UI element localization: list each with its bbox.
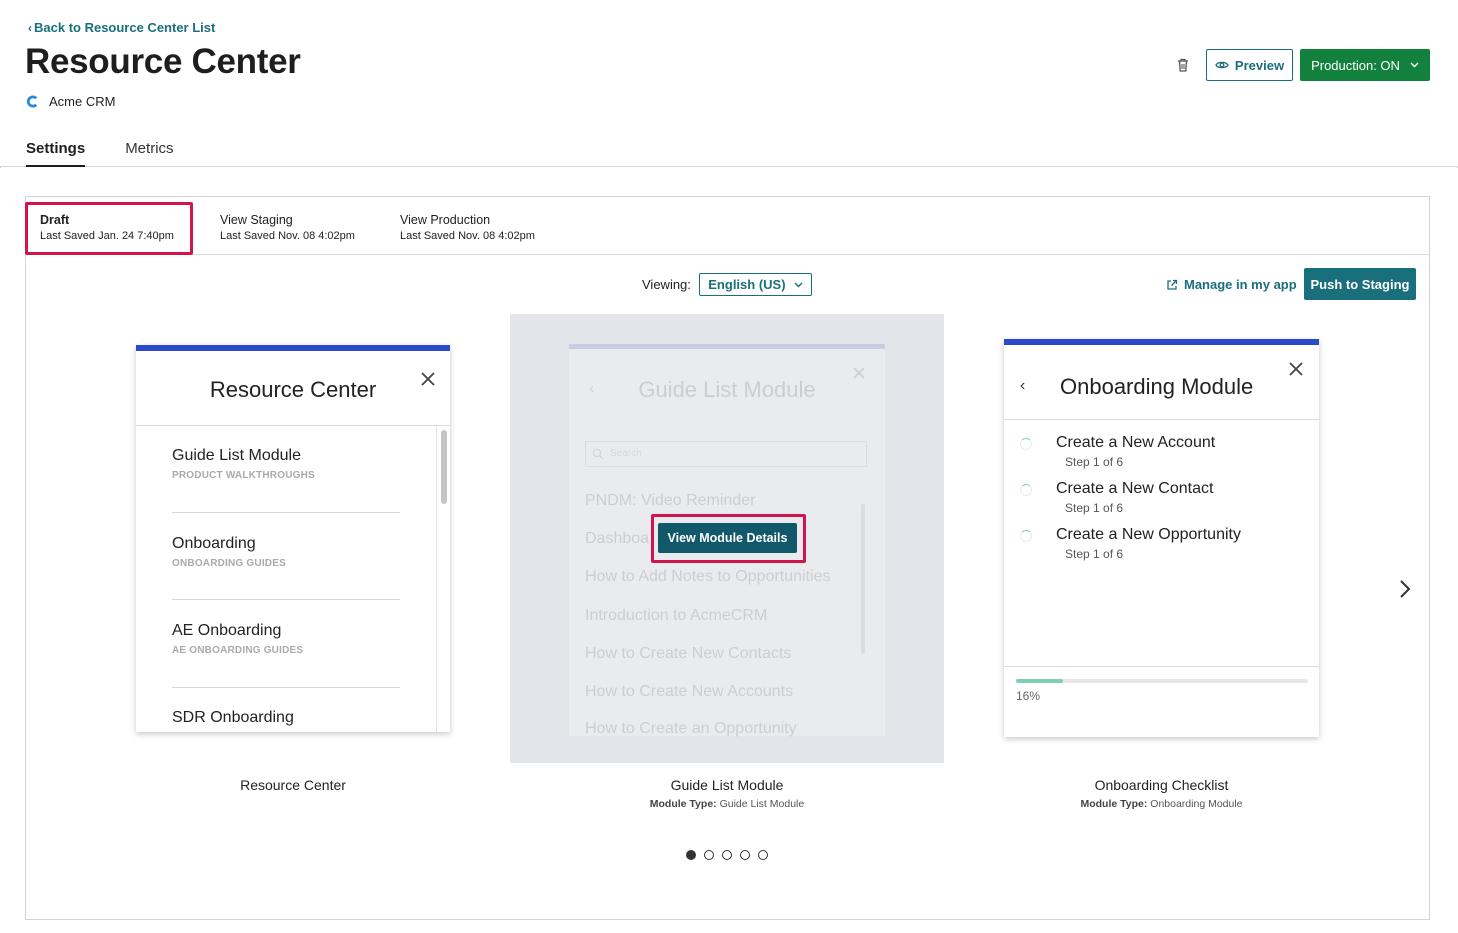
app-indicator: Acme CRM bbox=[26, 94, 115, 109]
version-saved: Last Saved Nov. 08 4:02pm bbox=[400, 230, 535, 242]
scrollbar[interactable] bbox=[436, 426, 450, 732]
divider bbox=[172, 599, 400, 600]
module-type: Module Type: Onboarding Module bbox=[989, 798, 1334, 810]
module-type-key: Module Type: bbox=[649, 798, 717, 810]
trash-icon[interactable] bbox=[1174, 56, 1192, 74]
page-header: ‹ Back to Resource Center List Resource C… bbox=[0, 0, 1458, 167]
back-link[interactable]: ‹ Back to Resource Center List bbox=[28, 20, 215, 35]
checklist-item-step: Step 1 of 6 bbox=[1065, 501, 1124, 515]
carousel-dot[interactable] bbox=[740, 850, 750, 860]
page-title: Resource Center bbox=[25, 42, 301, 81]
checklist-item-step: Step 1 of 6 bbox=[1065, 455, 1124, 469]
app-logo-icon bbox=[26, 95, 38, 108]
version-staging[interactable]: View Staging Last Saved Nov. 08 4:02pm bbox=[220, 213, 355, 242]
language-viewer: Viewing: English (US) bbox=[642, 273, 812, 296]
divider bbox=[172, 512, 400, 513]
resource-center-card[interactable]: Resource Center Guide List Module PRODUC… bbox=[136, 345, 450, 732]
list-item-subtitle: AE ONBOARDING GUIDES bbox=[172, 645, 304, 656]
resource-center-panel: Draft Last Saved Jan. 24 7:40pm View Sta… bbox=[25, 196, 1430, 920]
version-name: View Staging bbox=[220, 213, 293, 227]
back-link-label: Back to Resource Center List bbox=[34, 20, 216, 35]
tab-settings[interactable]: Settings bbox=[26, 140, 86, 167]
version-saved: Last Saved Nov. 08 4:02pm bbox=[220, 230, 355, 242]
checklist-item-step: Step 1 of 6 bbox=[1065, 547, 1124, 561]
chevron-left-icon[interactable]: ‹ bbox=[1020, 377, 1025, 395]
checklist-item[interactable]: Create a New Opportunity Step 1 of 6 bbox=[1020, 526, 1241, 561]
card-title: Onboarding Module bbox=[1060, 374, 1254, 399]
close-icon[interactable] bbox=[420, 371, 436, 387]
progress-spinner-icon bbox=[1020, 530, 1032, 542]
checklist-item-title: Create a New Account bbox=[1056, 434, 1216, 451]
chevron-down-icon bbox=[1410, 62, 1419, 68]
module-type: Module Type: Guide List Module bbox=[510, 798, 944, 810]
language-select[interactable]: English (US) bbox=[698, 273, 812, 296]
carousel-dot[interactable] bbox=[704, 850, 714, 860]
list-item-title: Onboarding bbox=[172, 535, 256, 552]
progress-spinner-icon bbox=[1020, 484, 1032, 496]
divider bbox=[1004, 666, 1319, 667]
list-item-subtitle: PRODUCT WALKTHROUGHS bbox=[172, 470, 315, 481]
preview-button[interactable]: Preview bbox=[1206, 49, 1293, 81]
version-name: View Production bbox=[400, 213, 491, 227]
list-item[interactable]: AE Onboarding AE ONBOARDING GUIDES bbox=[172, 622, 400, 656]
push-to-staging-button[interactable]: Push to Staging bbox=[1304, 268, 1416, 300]
progress-label: 16% bbox=[1016, 689, 1041, 703]
preview-label: Preview bbox=[1234, 57, 1285, 73]
manage-label: Manage in my app bbox=[1184, 277, 1297, 292]
production-label: Production: ON bbox=[1311, 57, 1400, 73]
list-item-title: AE Onboarding bbox=[172, 622, 282, 639]
draft-highlight-box bbox=[25, 202, 193, 255]
carousel-dot[interactable] bbox=[722, 850, 732, 860]
app-name: Acme CRM bbox=[49, 94, 116, 109]
carousel-dot[interactable] bbox=[758, 850, 768, 860]
progress-bar bbox=[1016, 679, 1308, 683]
language-value: English (US) bbox=[708, 277, 786, 292]
list-item-subtitle: ONBOARDING GUIDES bbox=[172, 558, 286, 569]
checklist-item[interactable]: Create a New Account Step 1 of 6 bbox=[1020, 434, 1215, 469]
chevron-down-icon bbox=[794, 282, 803, 287]
external-link-icon bbox=[1167, 279, 1178, 290]
list-item-title: SDR Onboarding bbox=[172, 709, 294, 726]
list-item[interactable]: SDR Onboarding bbox=[172, 709, 400, 727]
progress-spinner-icon bbox=[1020, 438, 1032, 450]
tab-bar: Settings Metrics bbox=[26, 140, 174, 167]
chevron-right-icon[interactable] bbox=[1396, 577, 1414, 601]
manage-in-app-link[interactable]: Manage in my app bbox=[1166, 277, 1297, 292]
list-item[interactable]: Guide List Module PRODUCT WALKTHROUGHS bbox=[172, 447, 400, 481]
list-item[interactable]: Onboarding ONBOARDING GUIDES bbox=[172, 535, 400, 569]
module-type-value: Guide List Module bbox=[719, 798, 805, 810]
card-caption: Onboarding Checklist bbox=[1094, 777, 1229, 793]
card-header: ‹ Onboarding Module bbox=[1004, 345, 1319, 420]
tab-metrics[interactable]: Metrics bbox=[125, 140, 173, 167]
button-highlight-box bbox=[651, 514, 806, 563]
version-bar: Draft Last Saved Jan. 24 7:40pm View Sta… bbox=[25, 197, 1429, 255]
checklist-item-title: Create a New Contact bbox=[1056, 480, 1214, 497]
card-caption: Guide List Module bbox=[670, 777, 784, 793]
production-toggle-button[interactable]: Production: ON bbox=[1300, 49, 1430, 81]
scrollbar-thumb[interactable] bbox=[441, 430, 447, 504]
card-caption: Resource Center bbox=[240, 777, 346, 793]
onboarding-card[interactable]: ‹ Onboarding Module Create a New Account… bbox=[1004, 339, 1319, 737]
list-item-title: Guide List Module bbox=[172, 447, 301, 464]
progress-fill bbox=[1016, 679, 1063, 683]
viewing-label: Viewing: bbox=[642, 277, 691, 292]
card-title: Resource Center bbox=[209, 377, 377, 402]
close-icon[interactable] bbox=[1288, 361, 1304, 377]
card-header: Resource Center bbox=[136, 351, 450, 426]
carousel-dot[interactable] bbox=[686, 850, 696, 860]
checklist-item[interactable]: Create a New Contact Step 1 of 6 bbox=[1020, 480, 1213, 515]
divider bbox=[172, 687, 400, 688]
eye-icon bbox=[1215, 61, 1229, 69]
module-type-value: Onboarding Module bbox=[1150, 798, 1243, 810]
carousel-pagination bbox=[686, 850, 768, 860]
checklist-item-title: Create a New Opportunity bbox=[1056, 526, 1241, 543]
chevron-left-icon: ‹ bbox=[28, 21, 32, 35]
module-type-key: Module Type: bbox=[1080, 798, 1148, 810]
guide-list-preview[interactable]: ‹ Guide List Module Search PNDM: Video R… bbox=[510, 314, 944, 763]
version-production[interactable]: View Production Last Saved Nov. 08 4:02p… bbox=[400, 213, 535, 242]
